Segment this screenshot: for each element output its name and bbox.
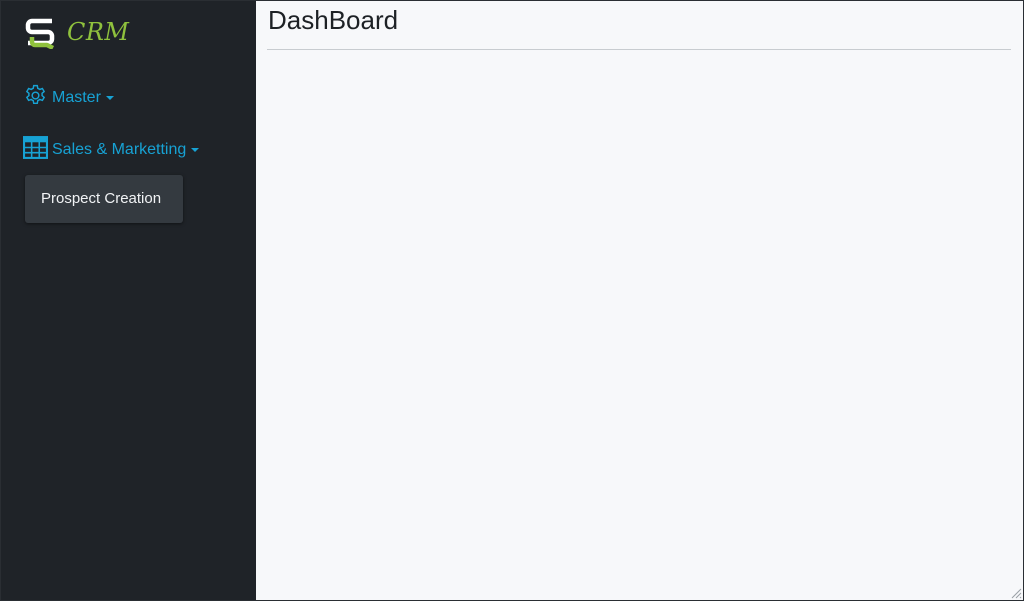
- resize-grip-icon[interactable]: [1010, 587, 1022, 599]
- sales-marketting-dropdown-menu: Prospect Creation: [25, 175, 183, 223]
- brand-name: CRM: [67, 18, 130, 46]
- sidebar: CRM Master Sales & Marketting Prospect C…: [1, 1, 256, 600]
- sidebar-item-master-label: Master: [52, 89, 101, 106]
- brand[interactable]: CRM: [23, 15, 130, 49]
- chevron-down-icon: [191, 147, 200, 152]
- brand-logo-icon: [25, 18, 55, 49]
- app-window: CRM Master Sales & Marketting Prospect C…: [0, 0, 1024, 601]
- sidebar-item-sales-marketting-label: Sales & Marketting: [52, 141, 187, 158]
- sidebar-item-sales-marketting[interactable]: Sales & Marketting: [23, 135, 200, 160]
- main-content: DashBoard: [256, 1, 1023, 600]
- sidebar-item-master[interactable]: Master: [23, 83, 114, 108]
- gear-icon: [25, 84, 46, 105]
- table-grid-icon: [23, 136, 48, 159]
- chevron-down-icon: [105, 95, 114, 100]
- page-title: DashBoard: [268, 5, 399, 35]
- dropdown-item-prospect-creation[interactable]: Prospect Creation: [25, 175, 183, 223]
- title-divider: [267, 49, 1011, 50]
